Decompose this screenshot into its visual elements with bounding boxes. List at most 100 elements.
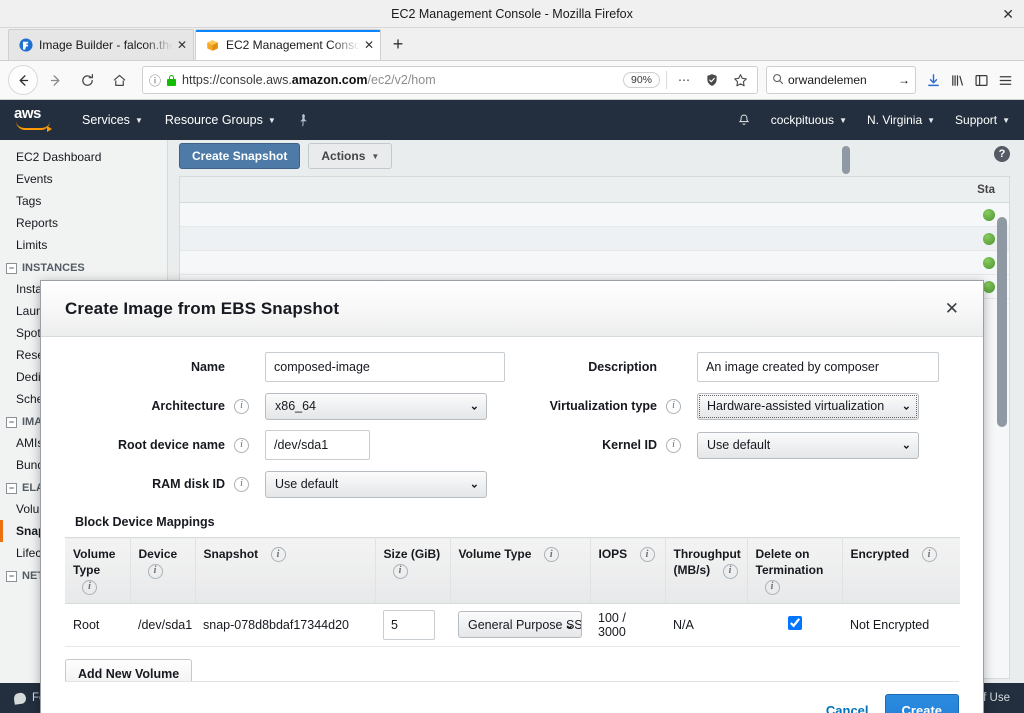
library-icon[interactable]	[946, 69, 968, 91]
page-info-icon[interactable]: ⓘ	[149, 72, 161, 89]
window-title: EC2 Management Console - Mozilla Firefox	[391, 6, 633, 21]
info-icon[interactable]: i	[234, 437, 249, 453]
field-label-description: Description	[588, 360, 657, 374]
sidebar-icon[interactable]	[970, 69, 992, 91]
add-new-volume-button[interactable]: Add New Volume	[65, 658, 193, 681]
menu-hamburger-icon[interactable]	[994, 69, 1016, 91]
field-control-description	[697, 352, 939, 382]
info-icon[interactable]: i	[722, 563, 738, 579]
modal-footer: Cancel Create	[65, 681, 959, 713]
form-column-left: Name i Architecture i x86_64	[65, 352, 512, 509]
info-icon[interactable]: i	[666, 437, 681, 453]
virtualization-type-select[interactable]: Hardware-assisted virtualization	[697, 392, 919, 420]
info-icon[interactable]: i	[764, 579, 780, 595]
column-header-iops: IOPS i	[590, 537, 666, 604]
column-header-device: Device i	[130, 537, 196, 604]
cell-device: /dev/sda1	[130, 603, 195, 647]
kernel-id-select[interactable]: Use default	[697, 431, 919, 459]
column-label: Volume Type	[73, 547, 116, 578]
volume-type-select[interactable]: General Purpose SSD (gp2)	[458, 611, 582, 639]
info-icon[interactable]: i	[270, 547, 286, 563]
browser-title-bar: EC2 Management Console - Mozilla Firefox…	[0, 0, 1024, 28]
info-icon[interactable]: i	[921, 547, 937, 563]
column-label: Volume Type	[458, 547, 532, 561]
field-label-ram-disk-id: RAM disk ID	[152, 477, 225, 491]
root-device-name-input[interactable]	[265, 430, 370, 460]
bookmark-star-icon[interactable]	[729, 69, 751, 91]
browser-nav-bar: ⓘ https://console.aws.amazon.com/ec2/v2/…	[0, 61, 1024, 100]
volume-type-value: General Purpose SSD (gp2)	[468, 617, 582, 632]
field-root-device-name: Root device name i	[65, 430, 512, 460]
form-column-right: Description i Virtualization type i Hard…	[512, 352, 959, 509]
info-icon[interactable]: i	[392, 563, 408, 579]
close-icon[interactable]: ✕	[945, 300, 959, 317]
column-header-throughput: Throughput (MB/s) i	[665, 537, 748, 604]
size-input[interactable]	[383, 609, 435, 640]
search-input[interactable]: orwandelemen	[788, 73, 894, 87]
field-control-ram-disk-id: Use default ⌄	[265, 470, 487, 498]
tab-close-icon[interactable]: ✕	[364, 38, 374, 52]
search-icon	[772, 73, 784, 88]
info-icon[interactable]: i	[234, 398, 249, 414]
url-prefix: https://console.aws.	[182, 73, 292, 87]
package-icon	[205, 38, 220, 53]
url-host: amazon.com	[291, 73, 368, 87]
cell-volume-type: Root	[65, 603, 130, 647]
block-device-mappings-title: Block Device Mappings	[75, 515, 215, 529]
tab-close-icon[interactable]: ✕	[177, 38, 187, 52]
new-tab-button[interactable]: +	[382, 29, 414, 60]
info-icon[interactable]: i	[234, 476, 249, 492]
search-go-icon[interactable]: →	[898, 73, 910, 87]
shield-icon[interactable]	[701, 69, 723, 91]
browser-tab-ec2-console[interactable]: EC2 Management Console ✕	[195, 29, 381, 60]
web-page: aws Services ▼ Resource Groups ▼ cockpit…	[0, 100, 1024, 713]
field-description: Description i	[512, 352, 959, 382]
virtualization-type-value: Hardware-assisted virtualization	[707, 399, 885, 413]
info-icon[interactable]: i	[639, 547, 655, 563]
cancel-button[interactable]: Cancel	[826, 703, 869, 713]
delete-on-termination-checkbox[interactable]	[787, 616, 802, 631]
search-bar[interactable]: orwandelemen →	[766, 66, 916, 94]
ram-disk-id-select[interactable]: Use default	[265, 470, 487, 498]
browser-tab-image-builder[interactable]: Image Builder - falcon.the ✕	[8, 29, 194, 60]
column-label: Size (GiB)	[383, 547, 441, 561]
window-close-icon[interactable]: ✕	[1002, 7, 1014, 21]
column-header-snapshot: Snapshot i	[195, 537, 376, 604]
cell-volume-type-select: General Purpose SSD (gp2) ⌄	[450, 603, 590, 647]
url-text: https://console.aws.amazon.com/ec2/v2/ho…	[182, 73, 617, 87]
form-grid: Name i Architecture i x86_64	[65, 352, 959, 509]
create-image-modal: Create Image from EBS Snapshot ✕ Name i …	[40, 280, 984, 713]
column-header-size: Size (GiB) i	[375, 537, 451, 604]
field-ram-disk-id: RAM disk ID i Use default ⌄	[65, 470, 512, 498]
zoom-level-badge[interactable]: 90%	[622, 72, 660, 88]
modal-header: Create Image from EBS Snapshot ✕	[41, 281, 983, 337]
field-label-architecture: Architecture	[151, 399, 225, 413]
column-label: Snapshot	[203, 547, 259, 561]
description-input[interactable]	[697, 352, 939, 382]
back-icon[interactable]	[8, 65, 38, 95]
cell-size	[375, 603, 450, 647]
name-input[interactable]	[265, 352, 505, 382]
reload-icon[interactable]	[72, 65, 102, 95]
toolbar-divider	[666, 71, 667, 89]
block-device-mappings-table: Volume Type i Device i Snapshot i Size (…	[65, 537, 960, 647]
forward-icon[interactable]	[40, 65, 70, 95]
downloads-icon[interactable]	[922, 69, 944, 91]
create-button[interactable]: Create	[884, 694, 959, 713]
column-header-volume-type: Volume Type i	[65, 537, 131, 604]
info-icon[interactable]: i	[147, 563, 163, 579]
field-control-virtualization-type: Hardware-assisted virtualization ⌄	[697, 392, 919, 420]
field-architecture: Architecture i x86_64 ⌄	[65, 392, 512, 420]
column-label: Encrypted	[850, 547, 910, 561]
url-bar[interactable]: ⓘ https://console.aws.amazon.com/ec2/v2/…	[142, 66, 758, 94]
architecture-select[interactable]: x86_64	[265, 392, 487, 420]
info-icon[interactable]: i	[82, 579, 97, 595]
info-icon[interactable]: i	[543, 547, 559, 563]
field-label-name: Name	[190, 360, 225, 374]
column-header-encrypted: Encrypted i	[842, 537, 960, 604]
column-label: Delete on Termination	[755, 547, 824, 578]
info-icon[interactable]: i	[666, 398, 681, 414]
home-icon[interactable]	[104, 65, 134, 95]
column-header-volume-type-select: Volume Type i	[450, 537, 591, 604]
page-actions-icon[interactable]: ⋯	[673, 69, 695, 91]
